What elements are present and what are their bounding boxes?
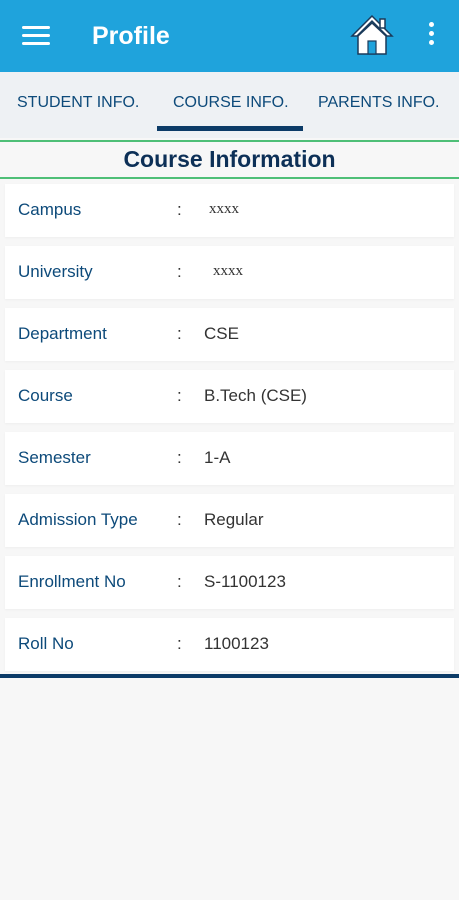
field-label: Enrollment No [18,572,126,591]
field-separator: : [177,386,182,405]
course-info-list: Campus : xxxx University : xxxx Departme… [0,184,459,680]
hamburger-menu-icon[interactable] [22,26,50,46]
content-bottom-border [0,674,459,678]
info-row-semester: Semester : 1-A [5,432,454,485]
page-title: Profile [92,22,170,50]
info-row-enrollment-no: Enrollment No : S-1100123 [5,556,454,609]
info-row-campus: Campus : xxxx [5,184,454,237]
field-value: xxxx [209,201,239,217]
field-value: 1-A [204,448,231,467]
home-icon[interactable] [350,14,394,56]
info-row-admission-type: Admission Type : Regular [5,494,454,547]
field-label: Admission Type [18,510,138,529]
field-separator: : [177,448,182,467]
field-label: University [18,262,93,281]
divider [0,140,459,142]
tab-student-info[interactable]: STUDENT INFO. [17,94,139,112]
field-separator: : [177,510,182,529]
section-title: Course Information [123,146,336,172]
info-row-roll-no: Roll No : 1100123 [5,618,454,671]
field-separator: : [177,634,182,653]
tab-course-info[interactable]: COURSE INFO. [173,94,289,112]
field-separator: : [177,324,182,343]
tab-bar: STUDENT INFO. COURSE INFO. PARENTS INFO. [0,72,459,138]
field-label: Course [18,386,73,405]
info-row-university: University : xxxx [5,246,454,299]
divider [0,177,459,179]
more-vert-icon[interactable] [421,22,441,50]
field-label: Campus [18,200,82,219]
info-row-department: Department : CSE [5,308,454,361]
app-bar: Profile [0,0,459,72]
field-value: xxxx [213,263,243,279]
field-label: Semester [18,448,91,467]
field-value: 1100123 [204,634,269,653]
field-value: CSE [204,324,239,343]
info-row-course: Course : B.Tech (CSE) [5,370,454,423]
tab-parents-info[interactable]: PARENTS INFO. [318,94,440,112]
field-separator: : [177,262,182,281]
field-separator: : [177,572,182,591]
field-label: Roll No [18,634,74,653]
field-separator: : [177,200,182,219]
field-label: Department [18,324,107,343]
field-value: Regular [204,510,264,529]
tab-selected-indicator [157,126,303,131]
field-value: S-1100123 [204,572,286,591]
field-value: B.Tech (CSE) [204,386,307,405]
